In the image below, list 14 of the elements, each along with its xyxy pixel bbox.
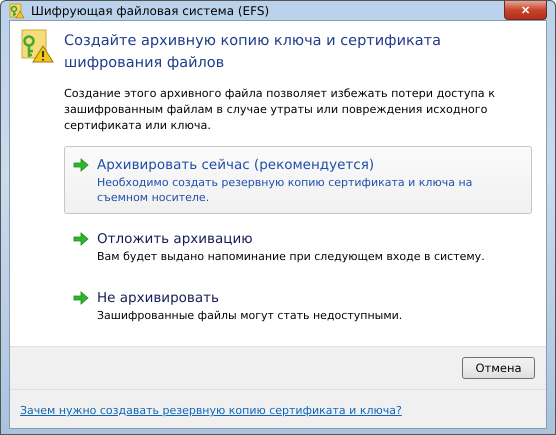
instruction-heading: Создайте архивную копию ключа и сертификата шифрования файлов — [64, 32, 442, 73]
command-link[interactable]: Отложить архивацию Вам будет выдано напоминание при следующем входе в систему. — [64, 220, 532, 273]
command-link[interactable]: Не архивировать Зашифрованные файлы могут стать недоступными. — [64, 279, 532, 332]
arrow-icon — [73, 291, 89, 305]
help-link[interactable]: Зачем нужно создавать резервную копию сертификата и ключа? — [20, 404, 402, 417]
arrow-icon — [73, 232, 89, 246]
arrow-icon — [73, 158, 89, 172]
key-warning-icon — [9, 2, 25, 18]
close-button[interactable]: ✕ — [504, 1, 547, 20]
cancel-button[interactable]: Отмена — [462, 357, 535, 379]
command-link[interactable]: Архивировать сейчас (рекомендуется) Необходимо создать резервную копию сертификата и ключа на съемном носителе. — [64, 146, 532, 214]
description-text: Создание этого архивного файла позволяет избежать потери доступа к зашифрованным файлам в случае утраты или повреждения исходного сертификата или ключа. — [64, 86, 496, 134]
window-title: Шифрующая файловая система (EFS) — [31, 4, 270, 18]
key-warning-icon — [20, 29, 54, 63]
